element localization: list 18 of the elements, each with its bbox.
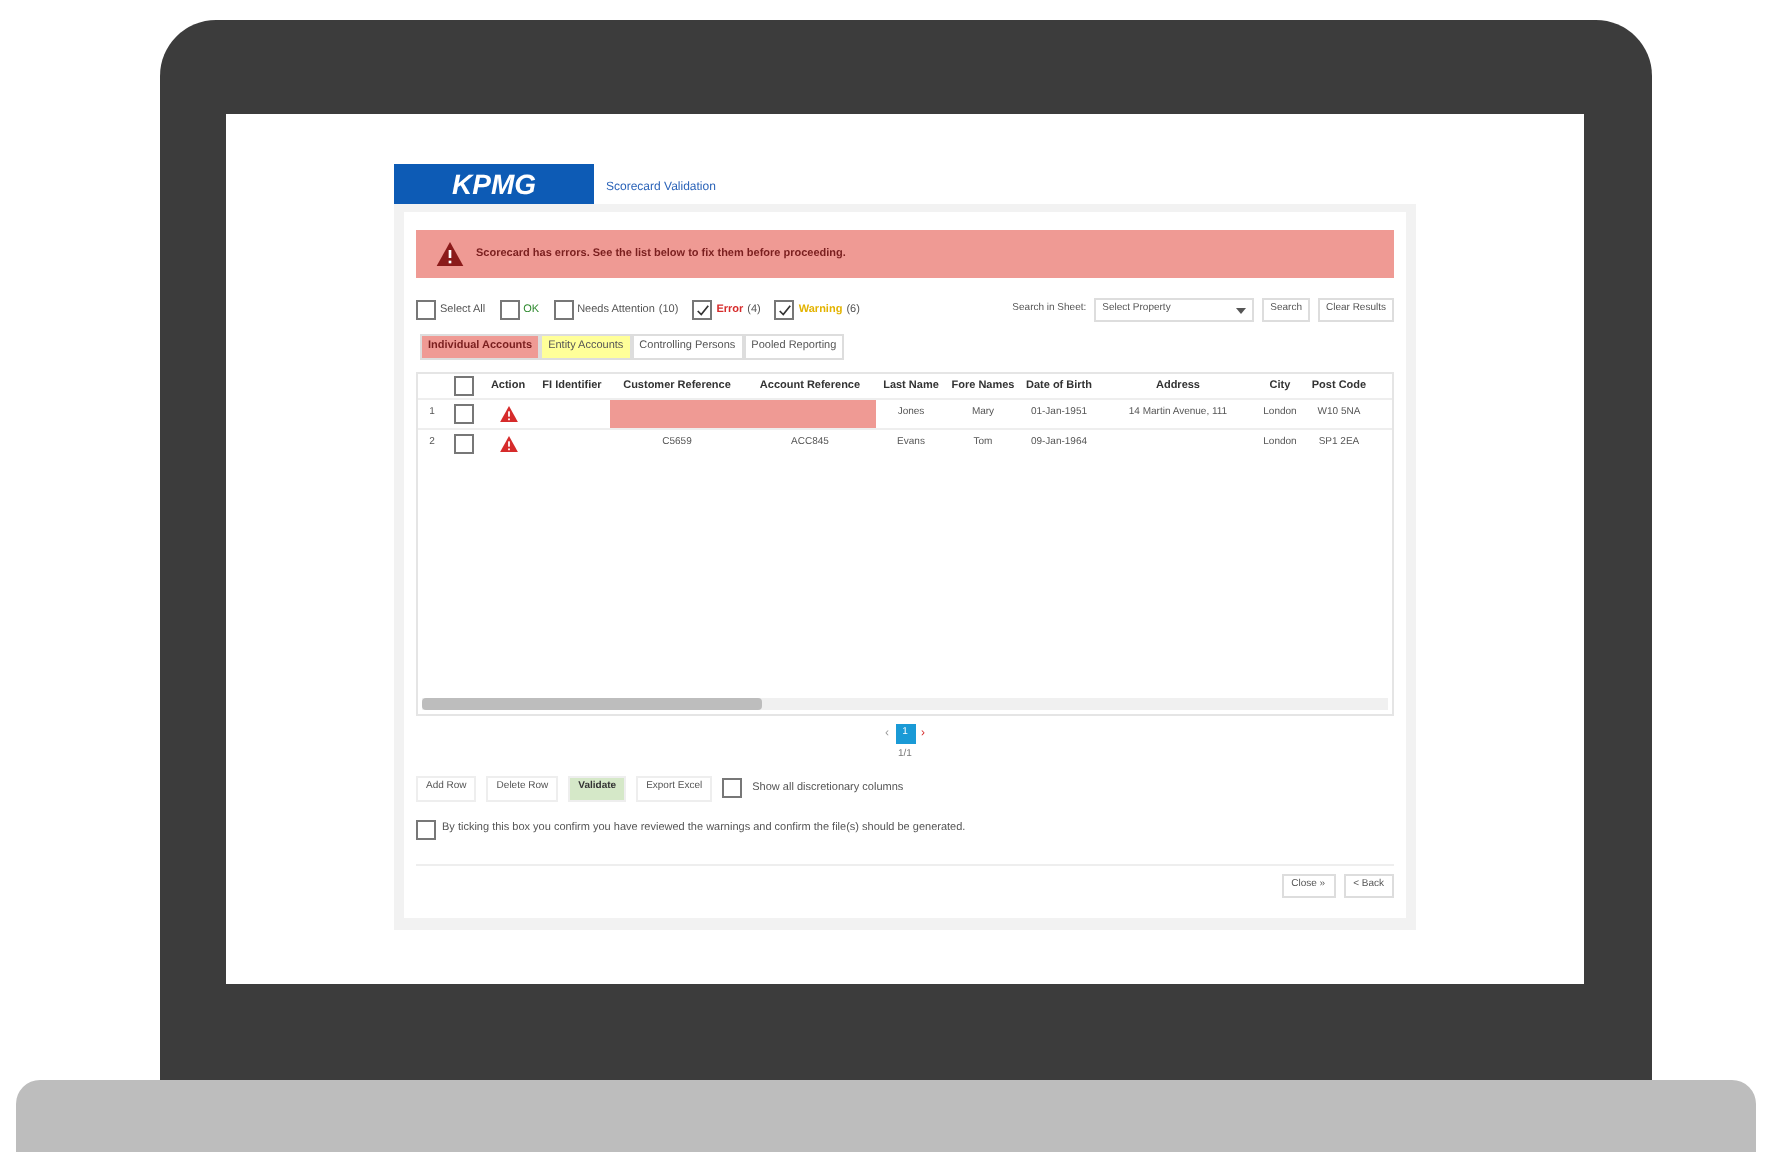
warning-icon	[436, 242, 464, 266]
logo: KPMG	[394, 164, 594, 204]
checkbox[interactable]	[499, 300, 520, 320]
checkbox[interactable]	[553, 300, 574, 320]
check-icon	[777, 303, 792, 317]
checkbox[interactable]	[416, 300, 436, 320]
checkbox[interactable]	[722, 778, 743, 798]
horizontal-scrollbar[interactable]	[422, 698, 1388, 710]
warning-icon	[499, 436, 517, 452]
warning-icon	[499, 406, 517, 422]
check-icon	[695, 303, 710, 317]
dropdown-caret-icon	[1236, 307, 1247, 313]
checkbox[interactable]	[454, 376, 474, 396]
checkbox[interactable]	[774, 300, 795, 320]
checkbox[interactable]	[692, 300, 713, 320]
checkbox[interactable]	[416, 819, 436, 839]
checkbox[interactable]	[454, 434, 474, 454]
checkbox[interactable]	[454, 404, 474, 424]
